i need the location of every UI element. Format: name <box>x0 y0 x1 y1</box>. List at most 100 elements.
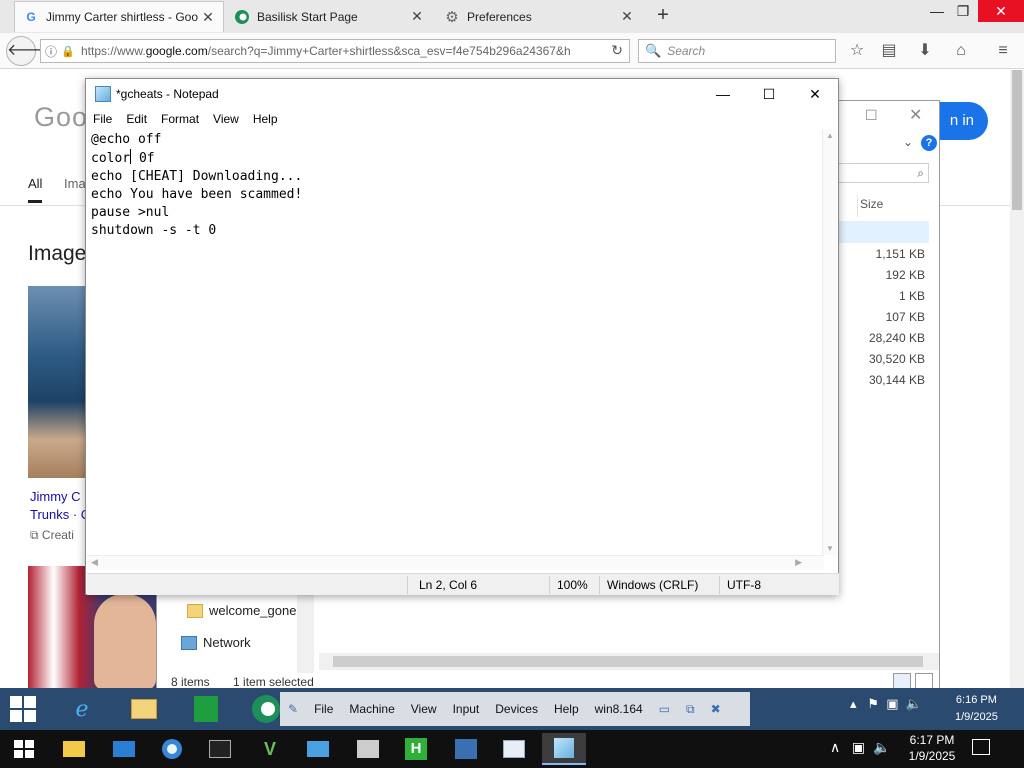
calculator-icon[interactable] <box>444 733 488 765</box>
flag-icon[interactable]: ⚑ <box>867 696 879 711</box>
maximize-button[interactable]: ☐ <box>746 79 792 109</box>
horizontal-scrollbar[interactable]: ◀ ▶ <box>87 555 824 570</box>
vm-menu-file[interactable]: File <box>306 702 341 716</box>
vm-menu-view[interactable]: View <box>403 702 445 716</box>
volume-icon[interactable]: 🔈 <box>906 696 922 711</box>
size-column-header[interactable]: Size <box>857 195 933 217</box>
back-button[interactable]: 🡐 <box>6 36 50 66</box>
notepad-menu-bar: File Edit Format View Help <box>86 109 838 129</box>
page-scrollbar[interactable] <box>1010 70 1024 688</box>
text-editor-area[interactable]: @echo off color 0f echo [CHEAT] Downloadin… <box>87 129 824 555</box>
minimize-button[interactable]: — <box>700 79 746 109</box>
start-button[interactable] <box>14 740 34 758</box>
vm-clock[interactable]: 6:16 PM 1/9/2025 <box>955 692 998 726</box>
status-bar: 8 items 1 item selected <box>171 675 314 689</box>
nav-item-network[interactable]: Network <box>181 635 251 650</box>
network-icon[interactable]: ▣ <box>852 739 865 755</box>
show-hidden-icons-icon[interactable]: ∧ <box>830 739 840 755</box>
notepad-title-bar[interactable]: *gcheats - Notepad — ☐ ✕ <box>86 79 838 109</box>
browser-icon[interactable] <box>150 733 194 765</box>
scroll-right-icon[interactable]: ▶ <box>795 557 802 568</box>
horizontal-scrollbar[interactable] <box>319 653 939 670</box>
scroll-left-icon[interactable]: ◀ <box>91 557 98 568</box>
command-prompt-icon[interactable] <box>198 733 242 765</box>
tab-preferences[interactable]: ⚙ Preferences ✕ <box>436 1 642 32</box>
vm-minimize-icon[interactable]: ▭ <box>651 702 678 716</box>
file-explorer-icon[interactable] <box>52 733 96 765</box>
scroll-up-icon[interactable]: ▲ <box>826 131 834 140</box>
menu-view[interactable]: View <box>206 109 246 129</box>
remote-desktop-icon[interactable] <box>296 733 340 765</box>
image-result-caption[interactable]: Jimmy C Trunks · C <box>30 488 90 524</box>
close-tab-icon[interactable]: ✕ <box>620 8 634 25</box>
file-explorer-icon[interactable] <box>124 690 164 728</box>
close-tab-icon[interactable]: ✕ <box>201 9 215 26</box>
vm-start-button[interactable] <box>10 696 36 722</box>
info-icon[interactable]: ⓘ <box>45 43 61 60</box>
volume-icon[interactable]: 🔈 <box>873 739 890 755</box>
text-line: echo [CHEAT] Downloading... <box>91 169 303 184</box>
show-hidden-icons-icon[interactable]: ▴ <box>850 696 857 711</box>
restore-icon[interactable]: ❐ <box>948 0 978 22</box>
line-ending: Windows (CRLF) <box>607 578 699 592</box>
menu-icon[interactable]: ≡ <box>992 40 1014 62</box>
menu-help[interactable]: Help <box>246 109 285 129</box>
new-tab-button[interactable]: + <box>652 5 674 27</box>
search-box[interactable]: 🔍 Search <box>638 39 836 63</box>
photos-icon[interactable] <box>346 733 390 765</box>
notification-center-icon[interactable] <box>972 739 990 755</box>
network-icon[interactable]: ▣ <box>886 696 898 711</box>
close-button[interactable]: ✕ <box>792 79 838 109</box>
bookmark-star-icon[interactable]: ☆ <box>846 40 868 62</box>
vm-restore-icon[interactable]: ⧉ <box>678 702 703 717</box>
vm-close-icon[interactable]: ✖ <box>703 702 729 716</box>
maximize-icon[interactable]: ☐ <box>865 107 878 124</box>
tab-images[interactable]: Ima <box>64 176 86 191</box>
text-line: @echo off <box>91 132 162 147</box>
reader-list-icon[interactable]: ▤ <box>878 40 900 62</box>
file-size: 30,144 KB <box>868 373 925 387</box>
google-logo[interactable]: Goo <box>34 102 88 133</box>
tab-basilisk-start[interactable]: Basilisk Start Page ✕ <box>226 1 432 32</box>
download-icon[interactable]: ⬇ <box>914 40 936 62</box>
close-tab-icon[interactable]: ✕ <box>410 8 424 25</box>
image-result-thumbnail[interactable] <box>28 286 86 478</box>
details-view-icon[interactable] <box>893 673 911 689</box>
vm-menu-devices[interactable]: Devices <box>487 702 546 716</box>
large-icons-view-icon[interactable] <box>915 673 933 689</box>
vm-menu-machine[interactable]: Machine <box>341 702 402 716</box>
menu-edit[interactable]: Edit <box>119 109 154 129</box>
menu-file[interactable]: File <box>86 109 119 129</box>
navigation-toolbar: 🡐 ⓘ 🔒 https://www.google.com/search?q=Ji… <box>0 33 1024 69</box>
vertical-scrollbar[interactable]: ▲ ▼ <box>822 129 837 555</box>
url-text[interactable]: https://www.google.com/search?q=Jimmy+Ca… <box>81 44 601 58</box>
internet-explorer-icon[interactable]: ℯ <box>62 690 102 728</box>
nav-item-welcome-gone[interactable]: welcome_gone <box>187 603 296 618</box>
tab-google-search[interactable]: G Jimmy Carter shirtless - Goo ✕ <box>14 1 224 32</box>
scroll-down-icon[interactable]: ▼ <box>826 544 834 553</box>
menu-format[interactable]: Format <box>154 109 206 129</box>
reload-icon[interactable]: ↻ <box>611 42 623 59</box>
nav-pane-scrollbar[interactable] <box>297 593 314 673</box>
vm-menu-help[interactable]: Help <box>546 702 587 716</box>
h-app-icon[interactable]: H <box>394 733 438 765</box>
store-icon[interactable] <box>186 690 226 728</box>
mail-icon[interactable] <box>102 733 146 765</box>
close-icon[interactable]: ✕ <box>909 105 922 125</box>
notepad-taskbar-icon[interactable] <box>542 733 586 765</box>
tab-all[interactable]: All <box>28 176 43 203</box>
text-line: pause >nul <box>91 205 170 220</box>
home-icon[interactable]: ⌂ <box>950 40 972 62</box>
url-bar[interactable]: ⓘ 🔒 https://www.google.com/search?q=Jimm… <box>40 39 630 63</box>
vm-menu-input[interactable]: Input <box>445 702 488 716</box>
close-window-button[interactable]: ✕ <box>978 0 1024 22</box>
search-icon: ⌕ <box>917 166 924 180</box>
explorer-search-input[interactable]: ⌕ <box>837 163 929 183</box>
cursor-position: Ln 2, Col 6 <box>419 578 478 592</box>
visual-studio-icon[interactable]: V <box>248 733 292 765</box>
window-icon[interactable] <box>492 733 536 765</box>
clock[interactable]: 6:17 PM 1/9/2025 <box>902 732 962 764</box>
vm-tools-icon[interactable]: ✎ <box>280 702 306 716</box>
chevron-down-icon[interactable]: ⌄ <box>903 135 913 149</box>
help-icon[interactable]: ? <box>921 135 937 151</box>
